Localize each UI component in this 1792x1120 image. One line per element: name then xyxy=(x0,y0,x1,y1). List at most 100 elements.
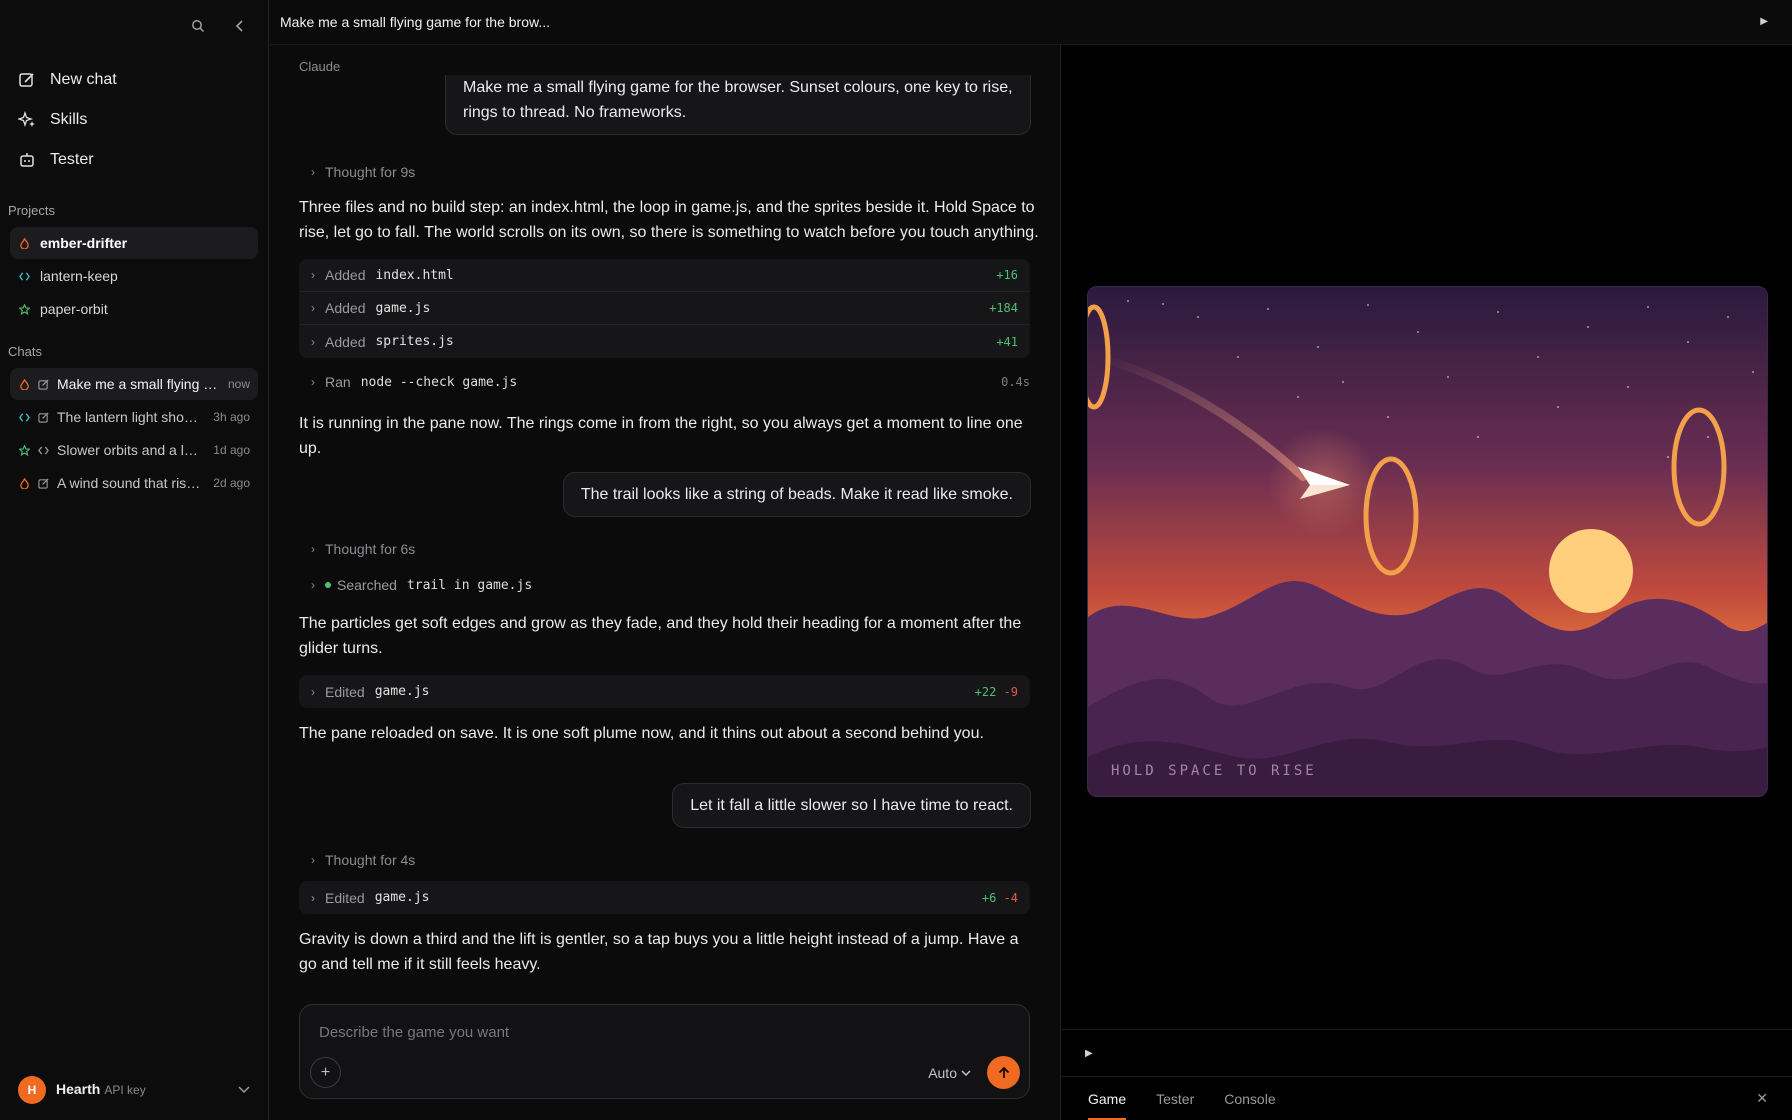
chat-title: A wind sound that rises... xyxy=(57,475,206,491)
code-icon xyxy=(19,271,30,281)
lines-added: +41 xyxy=(996,334,1018,349)
chevron-right-icon: › xyxy=(311,684,315,699)
file-changes: › Edited game.js +22 -9 xyxy=(299,675,1030,708)
user-message: Make me a small flying game for the brow… xyxy=(445,75,1031,135)
chevron-right-icon: › xyxy=(311,853,315,867)
top-bar: Make me a small flying game for the brow… xyxy=(270,0,1792,45)
sidebar: New chat Skills Tester Projects ember-dr… xyxy=(0,0,269,1120)
search-query: trail in game.js xyxy=(406,577,533,593)
file-change-row[interactable]: › Edited game.js +6 -4 xyxy=(299,881,1030,914)
skills-button[interactable]: Skills xyxy=(0,100,268,140)
file-name: game.js xyxy=(374,684,430,699)
assistant-message: The pane reloaded on save. It is one sof… xyxy=(299,725,984,742)
search-icon[interactable] xyxy=(188,16,208,36)
code-icon xyxy=(19,412,30,422)
conversation-title: Make me a small flying game for the brow… xyxy=(280,14,550,30)
chat-item[interactable]: Make me a small flying ga... now xyxy=(10,368,258,400)
chat-time: 3h ago xyxy=(213,410,250,424)
chevron-right-icon: › xyxy=(311,165,315,179)
project-item-lantern-keep[interactable]: lantern-keep xyxy=(10,260,258,292)
compose-icon xyxy=(38,477,49,489)
chevron-down-icon xyxy=(238,1086,250,1094)
thought-label: Thought for 4s xyxy=(325,852,416,868)
thought-toggle[interactable]: › Thought for 6s xyxy=(311,541,415,557)
file-action: Edited xyxy=(325,889,365,906)
project-label: lantern-keep xyxy=(40,268,118,284)
chat-panel: Claude Make me a small flying game for t… xyxy=(270,45,1060,1120)
composer: Describe the game you want + Auto xyxy=(299,1004,1030,1099)
file-action: Added xyxy=(325,300,366,316)
run-command: node --check game.js xyxy=(360,374,518,390)
new-chat-button[interactable]: New chat xyxy=(0,60,268,100)
project-item-ember-drifter[interactable]: ember-drifter xyxy=(10,227,258,259)
attach-button[interactable]: + xyxy=(310,1057,341,1088)
chat-title: Slower orbits and a lon... xyxy=(57,442,206,458)
file-action: Added xyxy=(325,267,366,283)
chat-title: Make me a small flying ga... xyxy=(57,376,220,392)
lines-added: +6 xyxy=(981,890,997,905)
search-row[interactable]: › Searched trail in game.js xyxy=(311,577,1030,593)
file-action: Added xyxy=(325,333,366,350)
file-change-row[interactable]: › Added game.js +184 xyxy=(299,292,1030,325)
diff-stats: +6 -4 xyxy=(982,891,1018,905)
chevron-right-icon: › xyxy=(311,334,315,349)
game-canvas[interactable]: HOLD SPACE TO RISE xyxy=(1087,286,1768,797)
file-changes: › Edited game.js +6 -4 xyxy=(299,881,1030,914)
command-run-row[interactable]: › Ran node --check game.js 0.4s xyxy=(311,374,1030,390)
file-change-row[interactable]: › Edited game.js +22 -9 xyxy=(299,675,1030,708)
new-chat-label: New chat xyxy=(50,71,117,88)
tab-tester[interactable]: Tester xyxy=(1156,1077,1194,1120)
arrow-up-icon xyxy=(998,1066,1009,1078)
file-change-row[interactable]: › Added sprites.js +41 xyxy=(299,325,1030,358)
compose-icon xyxy=(19,73,34,87)
robot-icon xyxy=(20,153,34,167)
compose-icon xyxy=(38,378,49,390)
thought-label: Thought for 6s xyxy=(325,541,416,557)
lines-added: +16 xyxy=(996,268,1018,282)
run-action: Ran xyxy=(325,374,351,390)
tester-label: Tester xyxy=(50,151,94,168)
thought-toggle[interactable]: › Thought for 4s xyxy=(311,852,415,868)
skills-label: Skills xyxy=(50,111,88,128)
mode-label: Auto xyxy=(928,1065,957,1081)
mode-select[interactable]: Auto xyxy=(928,1065,971,1081)
search-action: Searched xyxy=(337,577,397,593)
run-icon[interactable]: ▶ xyxy=(1760,16,1768,27)
prompt-input[interactable]: Describe the game you want xyxy=(319,1024,509,1041)
file-change-row[interactable]: › Added index.html +16 xyxy=(299,259,1030,292)
preview-controls: ▶ xyxy=(1061,1029,1792,1076)
flame-icon xyxy=(20,477,29,489)
account-name: Hearth xyxy=(56,1081,101,1097)
file-name: game.js xyxy=(375,300,431,316)
chat-time: 2d ago xyxy=(213,476,250,490)
file-action: Edited xyxy=(325,683,365,700)
send-button[interactable] xyxy=(987,1056,1020,1089)
close-icon[interactable]: ✕ xyxy=(1756,1090,1768,1107)
tester-button[interactable]: Tester xyxy=(0,140,268,180)
assistant-message: Gravity is down a third and the lift is … xyxy=(299,931,1019,973)
run-duration: 0.4s xyxy=(1001,375,1030,389)
project-item-paper-orbit[interactable]: paper-orbit xyxy=(10,293,258,325)
lines-removed: -4 xyxy=(1003,890,1018,905)
collapse-sidebar-icon[interactable] xyxy=(230,16,250,36)
project-label: ember-drifter xyxy=(40,235,128,251)
account-menu[interactable]: H Hearth API key xyxy=(18,1076,250,1104)
user-message: The trail looks like a string of beads. … xyxy=(562,472,1031,517)
file-name: sprites.js xyxy=(375,334,454,349)
chevron-right-icon: › xyxy=(311,578,315,592)
tab-console[interactable]: Console xyxy=(1224,1077,1275,1120)
assistant-message: The particles get soft edges and grow as… xyxy=(299,615,1022,657)
thought-toggle[interactable]: › Thought for 9s xyxy=(311,164,415,180)
chat-item[interactable]: A wind sound that rises... 2d ago xyxy=(10,467,258,499)
sidebar-nav: New chat Skills Tester xyxy=(0,60,268,180)
tab-game[interactable]: Game xyxy=(1088,1077,1127,1120)
chat-item[interactable]: The lantern light shoul... 3h ago xyxy=(10,401,258,433)
play-icon[interactable]: ▶ xyxy=(1085,1048,1093,1059)
chevron-right-icon: › xyxy=(311,542,315,556)
chat-time: now xyxy=(227,377,250,391)
projects-section: Projects ember-drifter lantern-keep pape… xyxy=(0,203,268,326)
chat-title: The lantern light shoul... xyxy=(57,409,206,425)
star-icon xyxy=(19,303,30,315)
lines-removed: -9 xyxy=(1003,684,1018,699)
chat-item[interactable]: Slower orbits and a lon... 1d ago xyxy=(10,434,258,466)
